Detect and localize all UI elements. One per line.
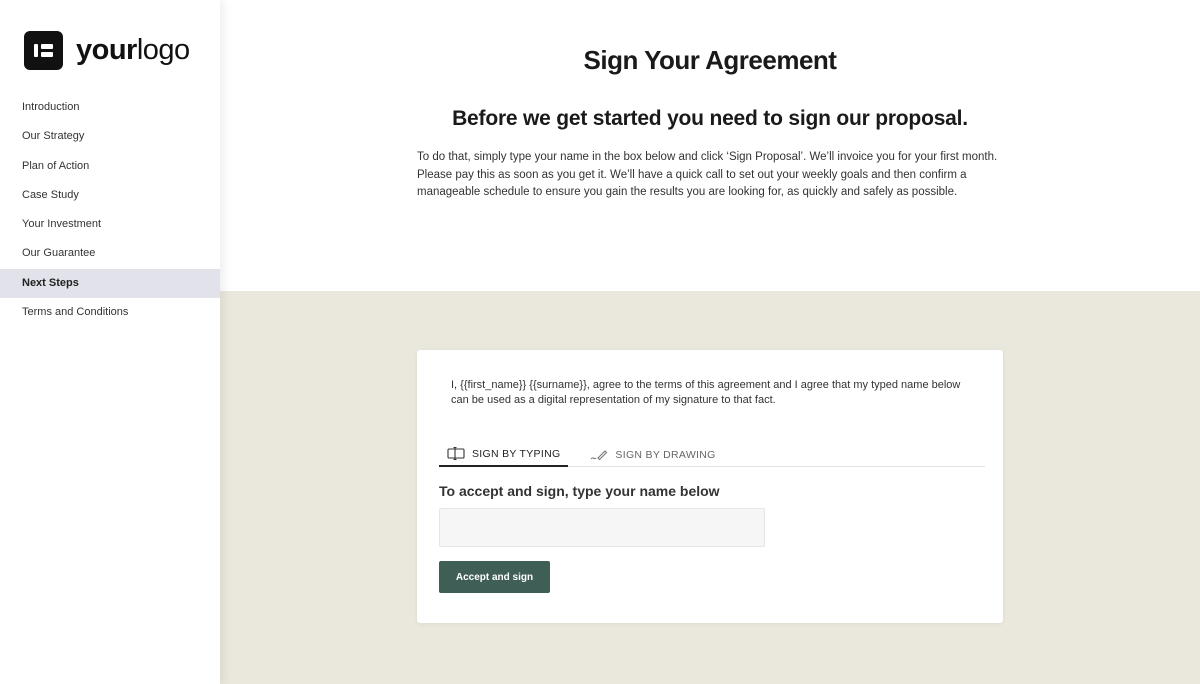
- page-title: Sign Your Agreement: [583, 45, 837, 75]
- tab-sign-by-drawing-label: SIGN BY DRAWING: [615, 448, 716, 461]
- sidebar-item-next-steps[interactable]: Next Steps: [0, 268, 220, 299]
- logo[interactable]: yourlogo: [24, 30, 190, 70]
- logo-mark-icon: [24, 30, 63, 70]
- tab-sign-by-typing[interactable]: SIGN BY TYPING: [439, 442, 569, 467]
- agreement-text: I, {{first_name}} {{surname}}, agree to …: [451, 379, 961, 406]
- sign-input-label: To accept and sign, type your name below: [439, 483, 720, 499]
- signature-card: I, {{first_name}} {{surname}}, agree to …: [417, 350, 1003, 623]
- intro-section: Sign Your Agreement Before we get starte…: [220, 0, 1200, 291]
- signature-section: I, {{first_name}} {{surname}}, agree to …: [220, 291, 1200, 684]
- sidebar-item-case-study[interactable]: Case Study: [0, 181, 220, 210]
- name-input[interactable]: [439, 508, 765, 547]
- intro-paragraph: To do that, simply type your name in the…: [417, 151, 998, 199]
- sidebar-item-our-guarantee[interactable]: Our Guarantee: [0, 239, 220, 268]
- accept-and-sign-button[interactable]: Accept and sign: [439, 561, 550, 593]
- sidebar-item-our-strategy[interactable]: Our Strategy: [0, 122, 220, 151]
- sidebar-item-introduction[interactable]: Introduction: [0, 93, 220, 122]
- sidebar-item-your-investment[interactable]: Your Investment: [0, 210, 220, 239]
- sidebar-item-plan-of-action[interactable]: Plan of Action: [0, 152, 220, 181]
- tab-sign-by-typing-label: SIGN BY TYPING: [472, 447, 561, 460]
- pen-icon: [590, 448, 608, 462]
- sidebar-nav: Introduction Our Strategy Plan of Action…: [0, 93, 220, 327]
- logo-text: yourlogo: [76, 33, 190, 66]
- page-subtitle: Before we get started you need to sign o…: [452, 107, 968, 130]
- tab-sign-by-drawing[interactable]: SIGN BY DRAWING: [582, 442, 723, 467]
- typing-icon: [447, 446, 465, 461]
- signature-tabs: SIGN BY TYPING SIGN BY DRAWING: [439, 442, 985, 467]
- sidebar-item-terms-and-conditions[interactable]: Terms and Conditions: [0, 298, 220, 327]
- sidebar: yourlogo Introduction Our Strategy Plan …: [0, 0, 220, 684]
